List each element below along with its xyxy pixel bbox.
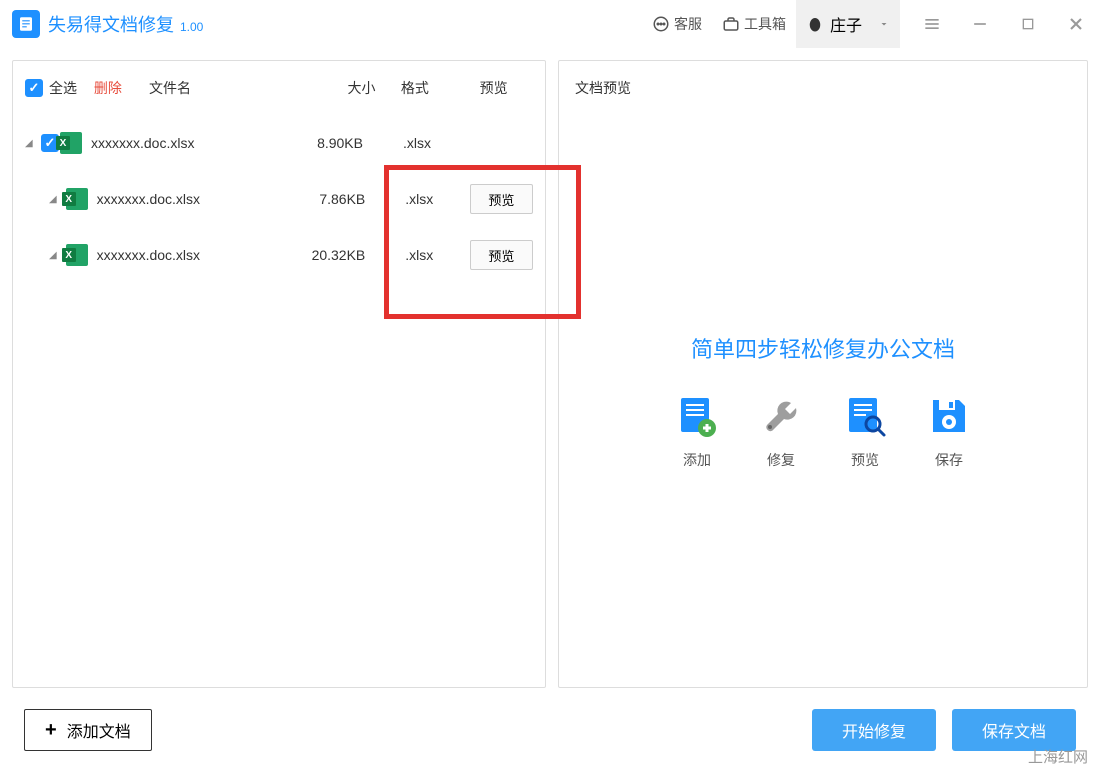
close-button[interactable] [1064, 12, 1088, 36]
app-logo-icon [12, 10, 40, 38]
toolbox-label: 工具箱 [744, 14, 786, 34]
file-name: xxxxxxx.doc.xlsx [97, 247, 295, 263]
save-document-button[interactable]: 保存文档 [952, 709, 1076, 751]
steps-row: 添加 修复 预览 保存 [675, 394, 971, 470]
preview-title: 简单四步轻松修复办公文档 [691, 332, 955, 364]
tree-toggle-icon[interactable]: ◢ [49, 194, 59, 205]
column-format: 格式 [375, 78, 454, 98]
minimize-button[interactable] [968, 12, 992, 36]
step-add: 添加 [675, 394, 719, 470]
file-size: 8.90KB [291, 135, 363, 151]
tree-toggle-icon[interactable]: ◢ [49, 250, 59, 261]
file-format: .xlsx [365, 247, 449, 263]
watermark: 上海红网 [1028, 746, 1088, 767]
preview-document-icon [843, 394, 887, 438]
file-size: 20.32KB [294, 247, 365, 263]
file-row[interactable]: ◢ xxxxxxx.doc.xlsx 8.90KB .xlsx [13, 115, 545, 171]
preview-button[interactable]: 预览 [470, 184, 533, 214]
toolbox-button[interactable]: 工具箱 [712, 0, 796, 48]
add-document-icon [675, 394, 719, 438]
column-filename: 文件名 [149, 78, 297, 98]
start-repair-button[interactable]: 开始修复 [812, 709, 936, 751]
xlsx-file-icon [65, 187, 89, 211]
file-row[interactable]: ◢ xxxxxxx.doc.xlsx 20.32KB .xlsx 预览 [13, 227, 545, 283]
step-preview-label: 预览 [851, 450, 879, 470]
maximize-icon [1020, 16, 1036, 32]
toolbox-icon [722, 15, 740, 33]
column-preview: 预览 [454, 78, 533, 98]
list-header: 全选 删除 文件名 大小 格式 预览 [13, 61, 545, 115]
menu-button[interactable] [920, 12, 944, 36]
username-label: 庄子 [830, 12, 862, 36]
bottom-bar: + 添加文档 开始修复 保存文档 [0, 700, 1100, 760]
xlsx-file-icon [65, 243, 89, 267]
tree-toggle-icon[interactable]: ◢ [25, 138, 35, 149]
step-preview: 预览 [843, 394, 887, 470]
file-format: .xlsx [365, 191, 449, 207]
file-row[interactable]: ◢ xxxxxxx.doc.xlsx 7.86KB .xlsx 预览 [13, 171, 545, 227]
column-size: 大小 [297, 78, 376, 98]
support-label: 客服 [674, 14, 702, 34]
file-name: xxxxxxx.doc.xlsx [91, 135, 291, 151]
penguin-icon [806, 15, 824, 33]
xlsx-file-icon [59, 131, 83, 155]
file-list-panel: 全选 删除 文件名 大小 格式 预览 ◢ xxxxxxx.doc.xlsx 8.… [12, 60, 546, 688]
file-format: .xlsx [363, 135, 448, 151]
file-size: 7.86KB [294, 191, 365, 207]
wrench-icon [759, 394, 803, 438]
titlebar: 失易得文档修复 1.00 客服 工具箱 庄子 [0, 0, 1100, 48]
plus-icon: + [45, 719, 57, 742]
save-icon [927, 394, 971, 438]
close-icon [1066, 14, 1086, 34]
select-all-label: 全选 [49, 78, 77, 98]
chat-icon [652, 15, 670, 33]
preview-panel: 文档预览 简单四步轻松修复办公文档 添加 修复 [558, 60, 1088, 688]
step-repair-label: 修复 [767, 450, 795, 470]
step-save-label: 保存 [935, 450, 963, 470]
add-document-label: 添加文档 [67, 718, 131, 742]
preview-header: 文档预览 [559, 61, 1087, 115]
chevron-down-icon [878, 18, 890, 30]
preview-button[interactable]: 预览 [470, 240, 533, 270]
app-version: 1.00 [180, 20, 203, 34]
step-save: 保存 [927, 394, 971, 470]
app-title: 失易得文档修复 [48, 11, 174, 37]
step-add-label: 添加 [683, 450, 711, 470]
minimize-icon [970, 14, 990, 34]
delete-link[interactable]: 删除 [94, 78, 149, 98]
file-name: xxxxxxx.doc.xlsx [97, 191, 295, 207]
maximize-button[interactable] [1016, 12, 1040, 36]
add-document-button[interactable]: + 添加文档 [24, 709, 152, 751]
step-repair: 修复 [759, 394, 803, 470]
menu-icon [922, 14, 942, 34]
support-button[interactable]: 客服 [642, 0, 712, 48]
user-menu[interactable]: 庄子 [796, 0, 900, 48]
select-all-checkbox[interactable] [25, 79, 43, 97]
